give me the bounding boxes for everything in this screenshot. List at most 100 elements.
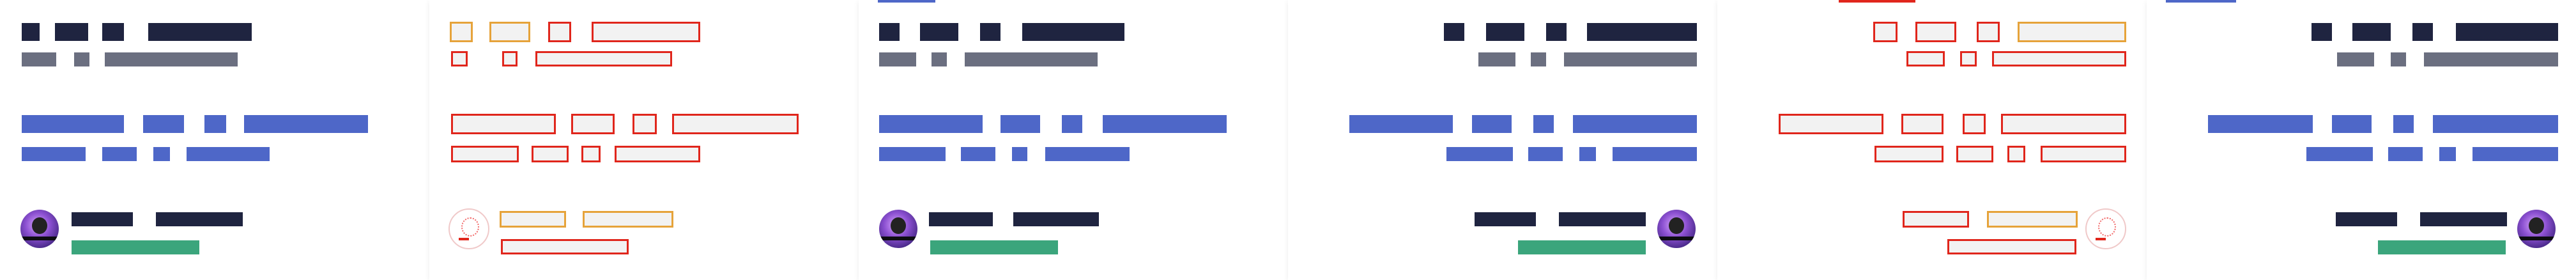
title-block: [102, 23, 124, 41]
body-text-block: [2433, 115, 2558, 133]
avatar[interactable]: [20, 210, 59, 248]
body-text-block: [2041, 146, 2126, 162]
body-text-block: [451, 114, 556, 134]
body-text-block: [1000, 115, 1040, 133]
author-name-block: [1013, 212, 1099, 226]
body-text-block: [153, 147, 170, 161]
title-block: [1546, 23, 1567, 41]
body-text-block: [1045, 147, 1130, 161]
body-text-block: [2001, 114, 2126, 134]
author-name-block: [500, 211, 566, 228]
body-text-block: [2388, 147, 2423, 161]
status-bar: [72, 240, 199, 254]
title-block: [592, 22, 700, 42]
subtitle-block: [1960, 51, 1977, 66]
body-text-block: [1062, 115, 1082, 133]
subtitle-block: [2337, 52, 2374, 66]
title-block: [2352, 23, 2391, 41]
accent-line: [2166, 0, 2236, 3]
author-name-block: [929, 212, 993, 226]
body-text-block: [532, 146, 569, 162]
card-panel-1: [0, 0, 429, 280]
subtitle-block: [1564, 52, 1697, 66]
author-name-block: [1475, 212, 1536, 226]
author-name-block: [72, 212, 133, 226]
title-block: [2312, 23, 2332, 41]
card-panel-6: [2147, 0, 2576, 280]
body-text-block: [2306, 147, 2373, 161]
body-text-block: [187, 147, 270, 161]
body-text-block: [879, 115, 983, 133]
body-text-block: [2332, 115, 2372, 133]
title-block: [55, 23, 88, 41]
author-name-block: [583, 211, 673, 228]
title-block: [489, 22, 530, 42]
body-text-block: [102, 147, 137, 161]
author-name-block: [2420, 212, 2507, 226]
status-bar: [1947, 239, 2076, 254]
card-panel-2: [429, 0, 859, 280]
subtitle-block: [1531, 52, 1546, 66]
body-text-block: [672, 114, 799, 134]
body-text-block: [1579, 147, 1596, 161]
body-text-block: [1573, 115, 1697, 133]
body-text-block: [1963, 114, 1986, 134]
title-block: [980, 23, 1000, 41]
card-panel-3: [859, 0, 1288, 280]
title-block: [1022, 23, 1124, 41]
avatar[interactable]: [2517, 210, 2556, 248]
title-block: [2412, 23, 2433, 41]
title-block: [1915, 22, 1956, 42]
title-block: [2456, 23, 2558, 41]
subtitle-block: [931, 52, 947, 66]
title-block: [2018, 22, 2126, 42]
body-text-block: [2439, 147, 2456, 161]
status-bar: [2378, 240, 2506, 254]
subtitle-block: [535, 51, 672, 66]
title-block: [148, 23, 252, 41]
body-text-block: [1613, 147, 1697, 161]
body-text-block: [1779, 114, 1883, 134]
author-name-block: [1903, 211, 1969, 228]
avatar[interactable]: [448, 208, 489, 249]
title-block: [1486, 23, 1524, 41]
body-text-block: [244, 115, 368, 133]
avatar[interactable]: [879, 210, 917, 248]
body-text-block: [1349, 115, 1453, 133]
body-text-block: [961, 147, 995, 161]
subtitle-block: [2391, 52, 2406, 66]
status-bar: [501, 239, 629, 254]
subtitle-block: [74, 52, 89, 66]
body-text-block: [1446, 147, 1513, 161]
body-text-block: [879, 147, 946, 161]
body-text-block: [1012, 147, 1027, 161]
body-text-block: [22, 115, 124, 133]
body-text-block: [1533, 115, 1554, 133]
body-text-block: [1901, 114, 1943, 134]
status-bar: [930, 240, 1058, 254]
body-text-block: [2472, 147, 2558, 161]
accent-line: [878, 0, 935, 3]
body-text-block: [2007, 146, 2025, 162]
avatar[interactable]: [1657, 210, 1696, 248]
avatar[interactable]: [2085, 208, 2126, 249]
card-panel-4: [1288, 0, 1717, 280]
title-block: [1873, 22, 1897, 42]
subtitle-block: [1992, 51, 2126, 66]
body-text-block: [615, 146, 700, 162]
title-block: [1444, 23, 1464, 41]
body-text-block: [571, 114, 615, 134]
body-text-block: [204, 115, 226, 133]
card-panel-5: [1717, 0, 2147, 280]
author-name-block: [2336, 212, 2397, 226]
body-text-block: [1528, 147, 1563, 161]
accent-line: [1839, 0, 1915, 3]
body-text-block: [1103, 115, 1227, 133]
body-text-block: [581, 146, 601, 162]
author-name-block: [1987, 211, 2078, 228]
body-text-block: [2393, 115, 2414, 133]
body-text-block: [451, 146, 519, 162]
subtitle-block: [105, 52, 238, 66]
title-block: [1977, 22, 2000, 42]
body-text-block: [143, 115, 184, 133]
